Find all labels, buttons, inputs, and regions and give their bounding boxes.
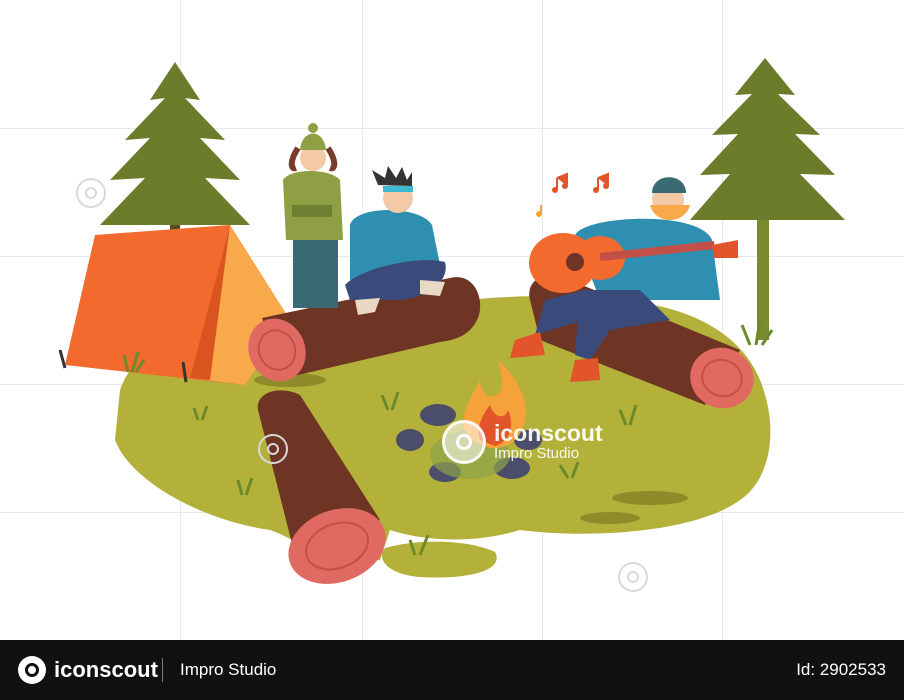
iconscout-logo-icon[interactable] bbox=[18, 656, 46, 684]
footer-bar: iconscout Impro Studio Id: 2902533 bbox=[0, 640, 904, 700]
watermark-icon bbox=[618, 562, 648, 592]
iconscout-logo-icon bbox=[442, 420, 486, 464]
grass-patch bbox=[381, 541, 497, 578]
campfire-scene bbox=[58, 58, 845, 584]
watermark-studio: Impro Studio bbox=[494, 445, 580, 462]
center-watermark: iconscout Impro Studio bbox=[442, 420, 603, 464]
watermark-icon bbox=[258, 434, 288, 464]
person-standing bbox=[283, 123, 343, 308]
person-sitting bbox=[345, 166, 446, 315]
footer-divider bbox=[162, 658, 163, 682]
music-notes bbox=[536, 172, 609, 217]
ground-shadow bbox=[580, 512, 640, 524]
footer-brand[interactable]: iconscout bbox=[54, 657, 158, 683]
ground-shadow bbox=[612, 491, 688, 505]
watermark-icon bbox=[76, 178, 106, 208]
footer-studio[interactable]: Impro Studio bbox=[180, 659, 276, 681]
watermark-brand: iconscout bbox=[494, 420, 603, 446]
footer-asset-id: Id: 2902533 bbox=[796, 660, 886, 679]
illustration-canvas: iconscout Impro Studio bbox=[0, 0, 904, 640]
